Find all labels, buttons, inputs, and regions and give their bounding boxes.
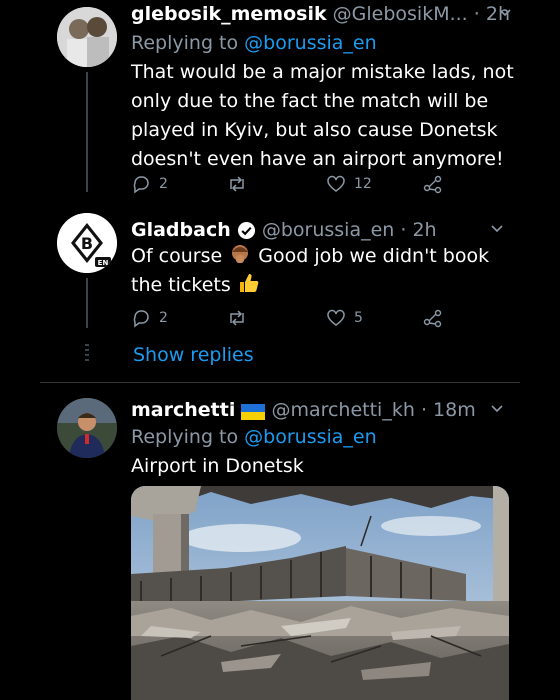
svg-text:B: B [81, 234, 93, 253]
display-name[interactable]: Gladbach [131, 219, 231, 241]
handle[interactable]: @GlebosikM... [333, 3, 468, 25]
facepalm-emoji [232, 245, 249, 263]
tweet-text-line: Of course Good job we didn't book [131, 242, 489, 271]
tweet-text-part: the tickets [131, 274, 231, 296]
retweet-icon [230, 310, 244, 326]
display-name[interactable]: marchetti [131, 399, 235, 421]
mention-link[interactable]: @borussia_en [244, 32, 377, 54]
reply-button[interactable]: 2 [131, 174, 168, 194]
retweet-button[interactable] [226, 308, 248, 328]
tweet-text: Of course Good job we didn't book the ti… [131, 242, 489, 300]
like-icon [327, 309, 345, 326]
like-button[interactable]: 5 [326, 308, 363, 328]
share-button[interactable] [423, 308, 443, 328]
avatar-gladbach[interactable]: B EN [57, 213, 117, 273]
show-replies-link[interactable]: Show replies [133, 344, 254, 366]
thread-line [86, 72, 88, 192]
tweet-text-part: Of course [131, 245, 223, 267]
divider [40, 382, 520, 383]
replying-prefix: Replying to [131, 426, 239, 448]
avatar-glebosik[interactable] [57, 7, 117, 67]
like-icon [327, 175, 345, 192]
share-icon [423, 309, 442, 328]
tweet-header: Gladbach @borussia_en · 2h [131, 218, 437, 242]
tweet-text: Airport in Donetsk [131, 455, 304, 477]
like-count: 5 [354, 310, 363, 326]
replying-prefix: Replying to [131, 32, 239, 54]
svg-text:EN: EN [98, 259, 109, 267]
reply-count: 2 [159, 176, 168, 192]
thumbs-up-emoji [239, 274, 259, 292]
tweet-text-line: played in Kyiv, but also cause Donetsk [131, 119, 498, 141]
tweet-media-image[interactable] [131, 486, 509, 700]
tweet-text-line: doesn't even have an airport anymore! [131, 148, 504, 170]
verified-icon [237, 221, 255, 240]
like-count: 12 [354, 176, 372, 192]
retweet-button[interactable] [226, 174, 248, 194]
tweet-header: glebosik_memosik @GlebosikM... · 2h [131, 2, 510, 26]
replying-to: Replying to @borussia_en [131, 425, 377, 449]
handle[interactable]: @marchetti_kh [271, 399, 414, 421]
timestamp[interactable]: · 18m [421, 399, 476, 421]
tweet-text: That would be a major mistake lads, not … [131, 58, 514, 174]
chevron-down-icon[interactable] [490, 402, 504, 416]
display-name[interactable]: glebosik_memosik [131, 3, 327, 25]
mention-link[interactable]: @borussia_en [244, 426, 377, 448]
reply-icon [133, 176, 149, 194]
tweet-text-line: That would be a major mistake lads, not [131, 61, 514, 83]
handle[interactable]: @borussia_en [262, 219, 395, 241]
chevron-down-icon[interactable] [490, 222, 504, 236]
thread-line [86, 278, 88, 328]
tweet-text-part: Good job we didn't book [258, 245, 490, 267]
reply-count: 2 [159, 310, 168, 326]
tweet-text-line: the tickets [131, 271, 489, 300]
reply-icon [133, 310, 149, 328]
ukraine-flag-icon [241, 404, 266, 420]
avatar-marchetti[interactable] [57, 398, 117, 458]
retweet-icon [230, 176, 244, 192]
reply-button[interactable]: 2 [131, 308, 168, 328]
share-button[interactable] [423, 174, 443, 194]
like-button[interactable]: 12 [326, 174, 372, 194]
timestamp[interactable]: · 2h [400, 219, 436, 241]
replying-to: Replying to @borussia_en [131, 31, 377, 55]
share-icon [423, 175, 442, 194]
tweet-text-line: only due to the fact the match will be [131, 90, 489, 112]
chevron-down-icon[interactable] [498, 6, 512, 20]
tweet-header: marchetti @marchetti_kh · 18m [131, 398, 476, 422]
thread-dots [85, 344, 89, 364]
